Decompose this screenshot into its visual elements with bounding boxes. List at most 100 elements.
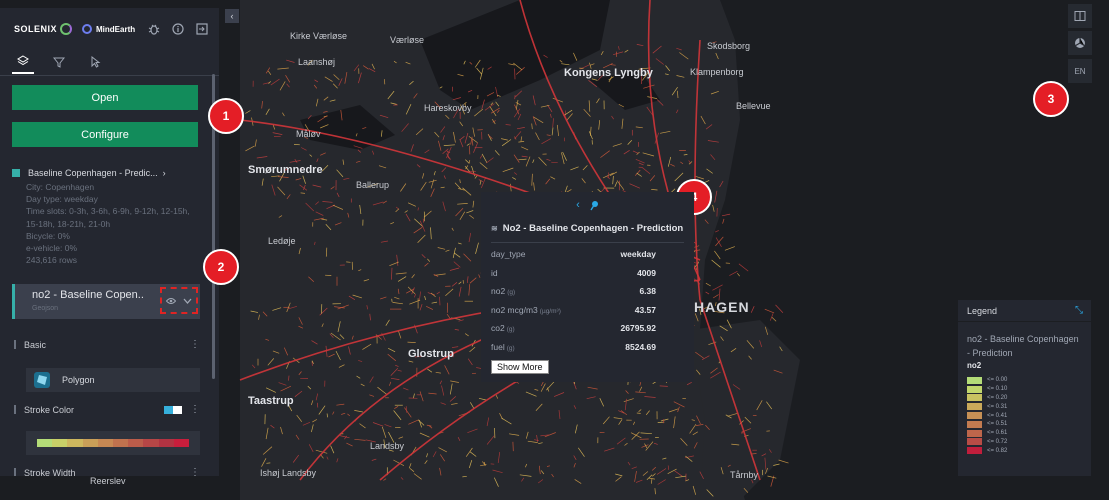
legend-swatch [967, 403, 982, 411]
tooltip-key: no2 (g) [491, 286, 515, 296]
tooltip-row: fuel (g) 8524.69 [481, 338, 694, 357]
divider [491, 242, 684, 243]
legend-swatch [967, 447, 982, 455]
dataset-meta-line: City: Copenhagen [26, 182, 95, 192]
language-button[interactable]: EN [1068, 59, 1092, 83]
tooltip-rows: day_type weekday id 4009 no2 (g) 6.38 no2 mcg/m… [481, 245, 694, 356]
header-icons [147, 22, 209, 36]
map-label: Kongens Lyngby [564, 67, 653, 79]
ramp-swatch [173, 439, 190, 447]
tooltip-key: co2 (g) [491, 323, 515, 333]
chevron-left-icon: ‹ [230, 11, 234, 21]
legend-item: <= 0.10 [967, 385, 1082, 394]
map-label: Klampenborg [690, 67, 744, 77]
solenix-logo-icon [60, 23, 73, 35]
collapse-panel-button[interactable]: ‹ [225, 9, 239, 23]
pin-icon[interactable] [590, 200, 599, 211]
dataset-header[interactable]: Baseline Copenhagen - Predic... › [12, 168, 208, 178]
legend-header: Legend ⤡ [958, 300, 1091, 322]
tab-layers[interactable] [12, 50, 34, 74]
layers-icon: ≋ [491, 223, 498, 233]
section-marker [14, 405, 16, 414]
dataset-meta-line: Bicycle: 0% [26, 230, 70, 241]
solenix-logo: SOLENIX [14, 24, 58, 34]
tooltip-key: day_type [491, 249, 526, 259]
bug-icon[interactable] [147, 22, 161, 36]
ramp-swatch [128, 439, 144, 447]
tab-interactions[interactable] [84, 50, 106, 74]
legend-item: <= 0.41 [967, 411, 1082, 420]
ramp-swatch [113, 439, 129, 447]
legend-field: no2 [967, 361, 982, 370]
color-ramp-picker[interactable] [26, 431, 200, 455]
map-label: Bellevue [736, 101, 771, 111]
export-icon[interactable] [195, 22, 209, 36]
ramp-swatch [37, 439, 53, 447]
legend-label: <= 0.72 [987, 438, 1008, 445]
tooltip-row: no2 (g) 6.38 [481, 282, 694, 301]
ramp-swatch [158, 439, 174, 447]
ramp-swatch [52, 439, 68, 447]
stroke-color-swatch[interactable] [164, 405, 182, 414]
tooltip-key-text: no2 [491, 286, 506, 297]
dataset-meta-line: Time slots: 0-3h, 3-6h, 6-9h, 9-12h, 12-… [26, 206, 190, 217]
tooltip-key-text: co2 [491, 323, 505, 334]
tooltip-nav: ‹ [481, 192, 694, 218]
dataset-color-swatch [12, 169, 20, 177]
dataset-meta-line: Day type: weekday [26, 194, 98, 205]
eye-icon[interactable] [165, 297, 176, 305]
language-label: EN [1074, 66, 1086, 76]
layer-type: Geojson [32, 305, 59, 312]
legend-item: <= 0.31 [967, 402, 1082, 411]
tooltip-key-text: no2 mcg/m3 [491, 304, 538, 315]
chevron-down-icon[interactable] [183, 298, 192, 304]
map-label: Landsby [370, 441, 405, 451]
kebab-menu-icon[interactable]: ⋮ [190, 339, 200, 350]
map-label: Måløv [296, 129, 321, 139]
section-basic[interactable]: Basic ⋮ [14, 339, 200, 350]
dataset-name: Baseline Copenhagen - Predic... [28, 168, 158, 178]
legend-swatch [967, 412, 982, 420]
callout-badge: 1 [208, 98, 244, 134]
layer-card[interactable]: no2 - Baseline Copen... Geojson [12, 284, 200, 319]
tooltip-title-text: No2 - Baseline Copenhagen - Prediction [502, 222, 684, 234]
section-stroke-color-label: Stroke Color [24, 404, 75, 415]
polygon-icon [34, 372, 50, 388]
section-stroke-color[interactable]: Stroke Color ⋮ [14, 404, 200, 415]
chevron-left-icon[interactable]: ‹ [576, 199, 580, 211]
legend-swatch [967, 420, 982, 428]
tooltip-unit: (g) [506, 326, 515, 334]
kebab-menu-icon[interactable]: ⋮ [190, 404, 200, 415]
tooltip-key: id [491, 268, 498, 278]
legend-item: <= 0.20 [967, 394, 1082, 403]
legend-label: <= 0.10 [987, 386, 1008, 393]
show-more-button[interactable]: Show More [491, 360, 549, 374]
tooltip-unit: (g) [506, 344, 515, 352]
legend-item: <= 0.61 [967, 429, 1082, 438]
section-stroke-width[interactable]: Stroke Width ⋮ [14, 467, 200, 476]
collapse-legend-icon[interactable]: ⤡ [1075, 305, 1083, 316]
tooltip-row: no2 mcg/m3 (µg/m³) 43.57 [481, 301, 694, 320]
map-label: Ballerup [356, 180, 390, 190]
tooltip-title: ≋ No2 - Baseline Copenhagen - Prediction [481, 218, 694, 238]
map-label: Taastrup [248, 395, 294, 407]
legend-label: <= 0.61 [987, 430, 1008, 437]
info-icon[interactable] [171, 22, 185, 36]
open-button[interactable]: Open [12, 85, 198, 110]
tab-filters[interactable] [48, 50, 70, 74]
map-label: Skodsborg [707, 41, 751, 51]
layer-type-selector[interactable]: Polygon [26, 368, 200, 392]
dataset-meta: City: Copenhagen Day type: weekday Time … [12, 181, 208, 266]
section-marker [14, 468, 16, 476]
kebab-menu-icon[interactable]: ⋮ [190, 467, 200, 476]
chevron-right-icon[interactable]: › [163, 168, 166, 178]
3d-view-button[interactable] [1068, 31, 1092, 55]
legend-item: <= 0.82 [967, 446, 1082, 455]
split-map-button[interactable] [1068, 4, 1092, 28]
layer-type-label: Polygon [62, 375, 95, 385]
dataset-info: Baseline Copenhagen - Predic... › City: … [12, 168, 208, 266]
configure-button[interactable]: Configure [12, 122, 198, 147]
map-label: Ishøj Landsby [260, 468, 317, 478]
tooltip-value: 8524.69 [625, 341, 656, 352]
tooltip-key-text: fuel [491, 341, 505, 352]
